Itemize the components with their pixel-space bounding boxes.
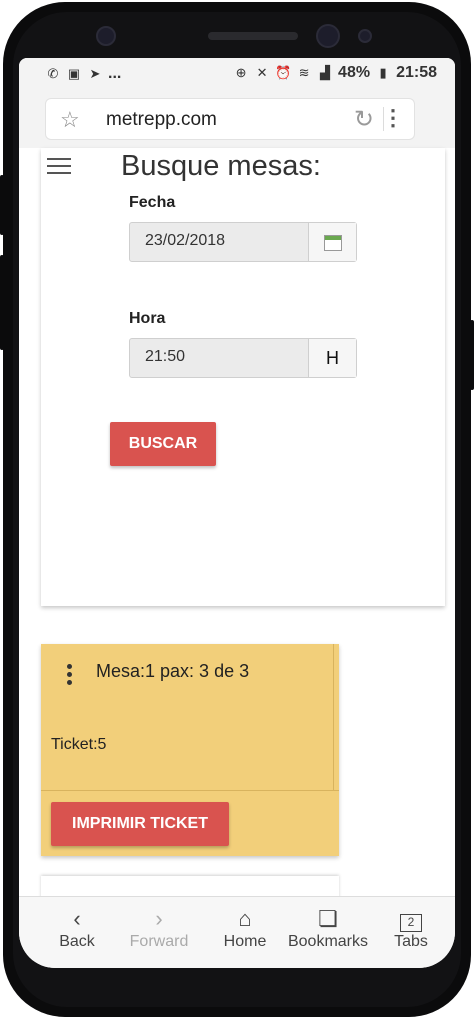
mute-icon: ✕ <box>256 65 268 80</box>
gallery-icon: ▣ <box>67 66 81 81</box>
calendar-icon <box>323 235 342 252</box>
menu-icon[interactable]: ⋮ <box>382 105 404 131</box>
sensor <box>316 24 340 48</box>
browser-toolbar: ☆ metrepp.com ↻ ⋮ <box>19 90 455 148</box>
search-button[interactable]: BUSCAR <box>110 422 216 466</box>
nav-home[interactable]: ⌂ Home <box>221 905 269 951</box>
page-title: Busque mesas: <box>121 150 321 182</box>
wifi-icon: ≋ <box>298 65 310 80</box>
card-vertical-divider <box>333 644 334 790</box>
star-icon[interactable]: ☆ <box>60 107 80 133</box>
front-camera <box>96 26 116 46</box>
nav-home-label: Home <box>223 933 267 950</box>
bookmarks-icon: ❏ <box>318 906 338 931</box>
iris-sensor <box>358 29 372 43</box>
more-notifications: ... <box>108 65 122 82</box>
alarm-icon: ⏰ <box>275 65 292 80</box>
nav-tabs[interactable]: 2 Tabs <box>389 905 433 951</box>
nav-forward-label: Forward <box>129 933 189 950</box>
status-bar: ✆ ▣ ➤ ... ⊕ ✕ ⏰ ≋ ▟ 48% ▮ 21:58 <box>19 58 455 90</box>
navigation-icon: ➤ <box>89 66 101 81</box>
date-value[interactable]: 23/02/2018 <box>145 232 225 250</box>
url-text[interactable]: metrepp.com <box>106 109 217 131</box>
data-saver-icon: ⊕ <box>235 65 247 80</box>
nav-bookmarks-label: Bookmarks <box>287 933 369 950</box>
forward-icon: › <box>155 906 163 931</box>
back-icon: ‹ <box>73 906 81 931</box>
nav-back-label: Back <box>59 933 95 950</box>
system-icons: ⊕ ✕ ⏰ ≋ ▟ 48% ▮ 21:58 <box>233 64 437 82</box>
screen: ✆ ▣ ➤ ... ⊕ ✕ ⏰ ≋ ▟ 48% ▮ 21:58 ☆ metrep… <box>19 58 455 968</box>
hamburger-menu-icon[interactable] <box>47 158 71 176</box>
battery-icon: ▮ <box>379 65 387 80</box>
tabs-count: 2 <box>400 914 422 932</box>
tabs-icon: 2 <box>389 905 433 933</box>
time-value[interactable]: 21:50 <box>145 348 185 366</box>
browser-bottom-nav: ‹ Back › Forward ⌂ Home ❏ Bookmarks 2 Ta… <box>19 896 455 968</box>
notification-icons: ✆ ▣ ➤ ... <box>45 65 122 83</box>
nav-bookmarks[interactable]: ❏ Bookmarks <box>287 905 369 951</box>
nav-tabs-label: Tabs <box>394 933 428 950</box>
calendar-button[interactable] <box>308 223 356 261</box>
table-card: Mesa:1 pax: 3 de 3 Ticket:5 IMPRIMIR TIC… <box>41 644 339 856</box>
ticket-number: Ticket:5 <box>51 736 107 753</box>
side-button-left-top <box>0 175 4 235</box>
battery-percent: 48% <box>338 64 371 81</box>
clock: 21:58 <box>396 64 437 81</box>
reload-icon[interactable]: ↻ <box>354 105 374 134</box>
nav-forward[interactable]: › Forward <box>127 905 191 951</box>
time-label: Hora <box>129 310 166 327</box>
earpiece-speaker <box>208 32 298 40</box>
table-heading: Mesa:1 pax: 3 de 3 <box>96 661 250 681</box>
home-icon: ⌂ <box>238 906 252 931</box>
time-field[interactable]: 21:50 H <box>129 338 357 378</box>
whatsapp-icon: ✆ <box>47 66 59 81</box>
web-page: Busque mesas: Fecha 23/02/2018 Hora 21:5… <box>19 148 455 916</box>
side-button-right <box>470 320 474 390</box>
side-button-left-bottom <box>0 255 4 350</box>
address-bar[interactable]: ☆ metrepp.com ↻ ⋮ <box>45 98 415 140</box>
time-addon[interactable]: H <box>308 339 356 377</box>
kebab-menu-icon[interactable] <box>67 664 73 688</box>
print-ticket-button[interactable]: IMPRIMIR TICKET <box>51 802 229 846</box>
date-field[interactable]: 23/02/2018 <box>129 222 357 262</box>
card-divider <box>41 790 339 791</box>
search-card: Busque mesas: Fecha 23/02/2018 Hora 21:5… <box>41 148 445 606</box>
signal-icon: ▟ <box>320 65 331 80</box>
nav-back[interactable]: ‹ Back <box>55 905 99 951</box>
date-label: Fecha <box>129 194 176 211</box>
